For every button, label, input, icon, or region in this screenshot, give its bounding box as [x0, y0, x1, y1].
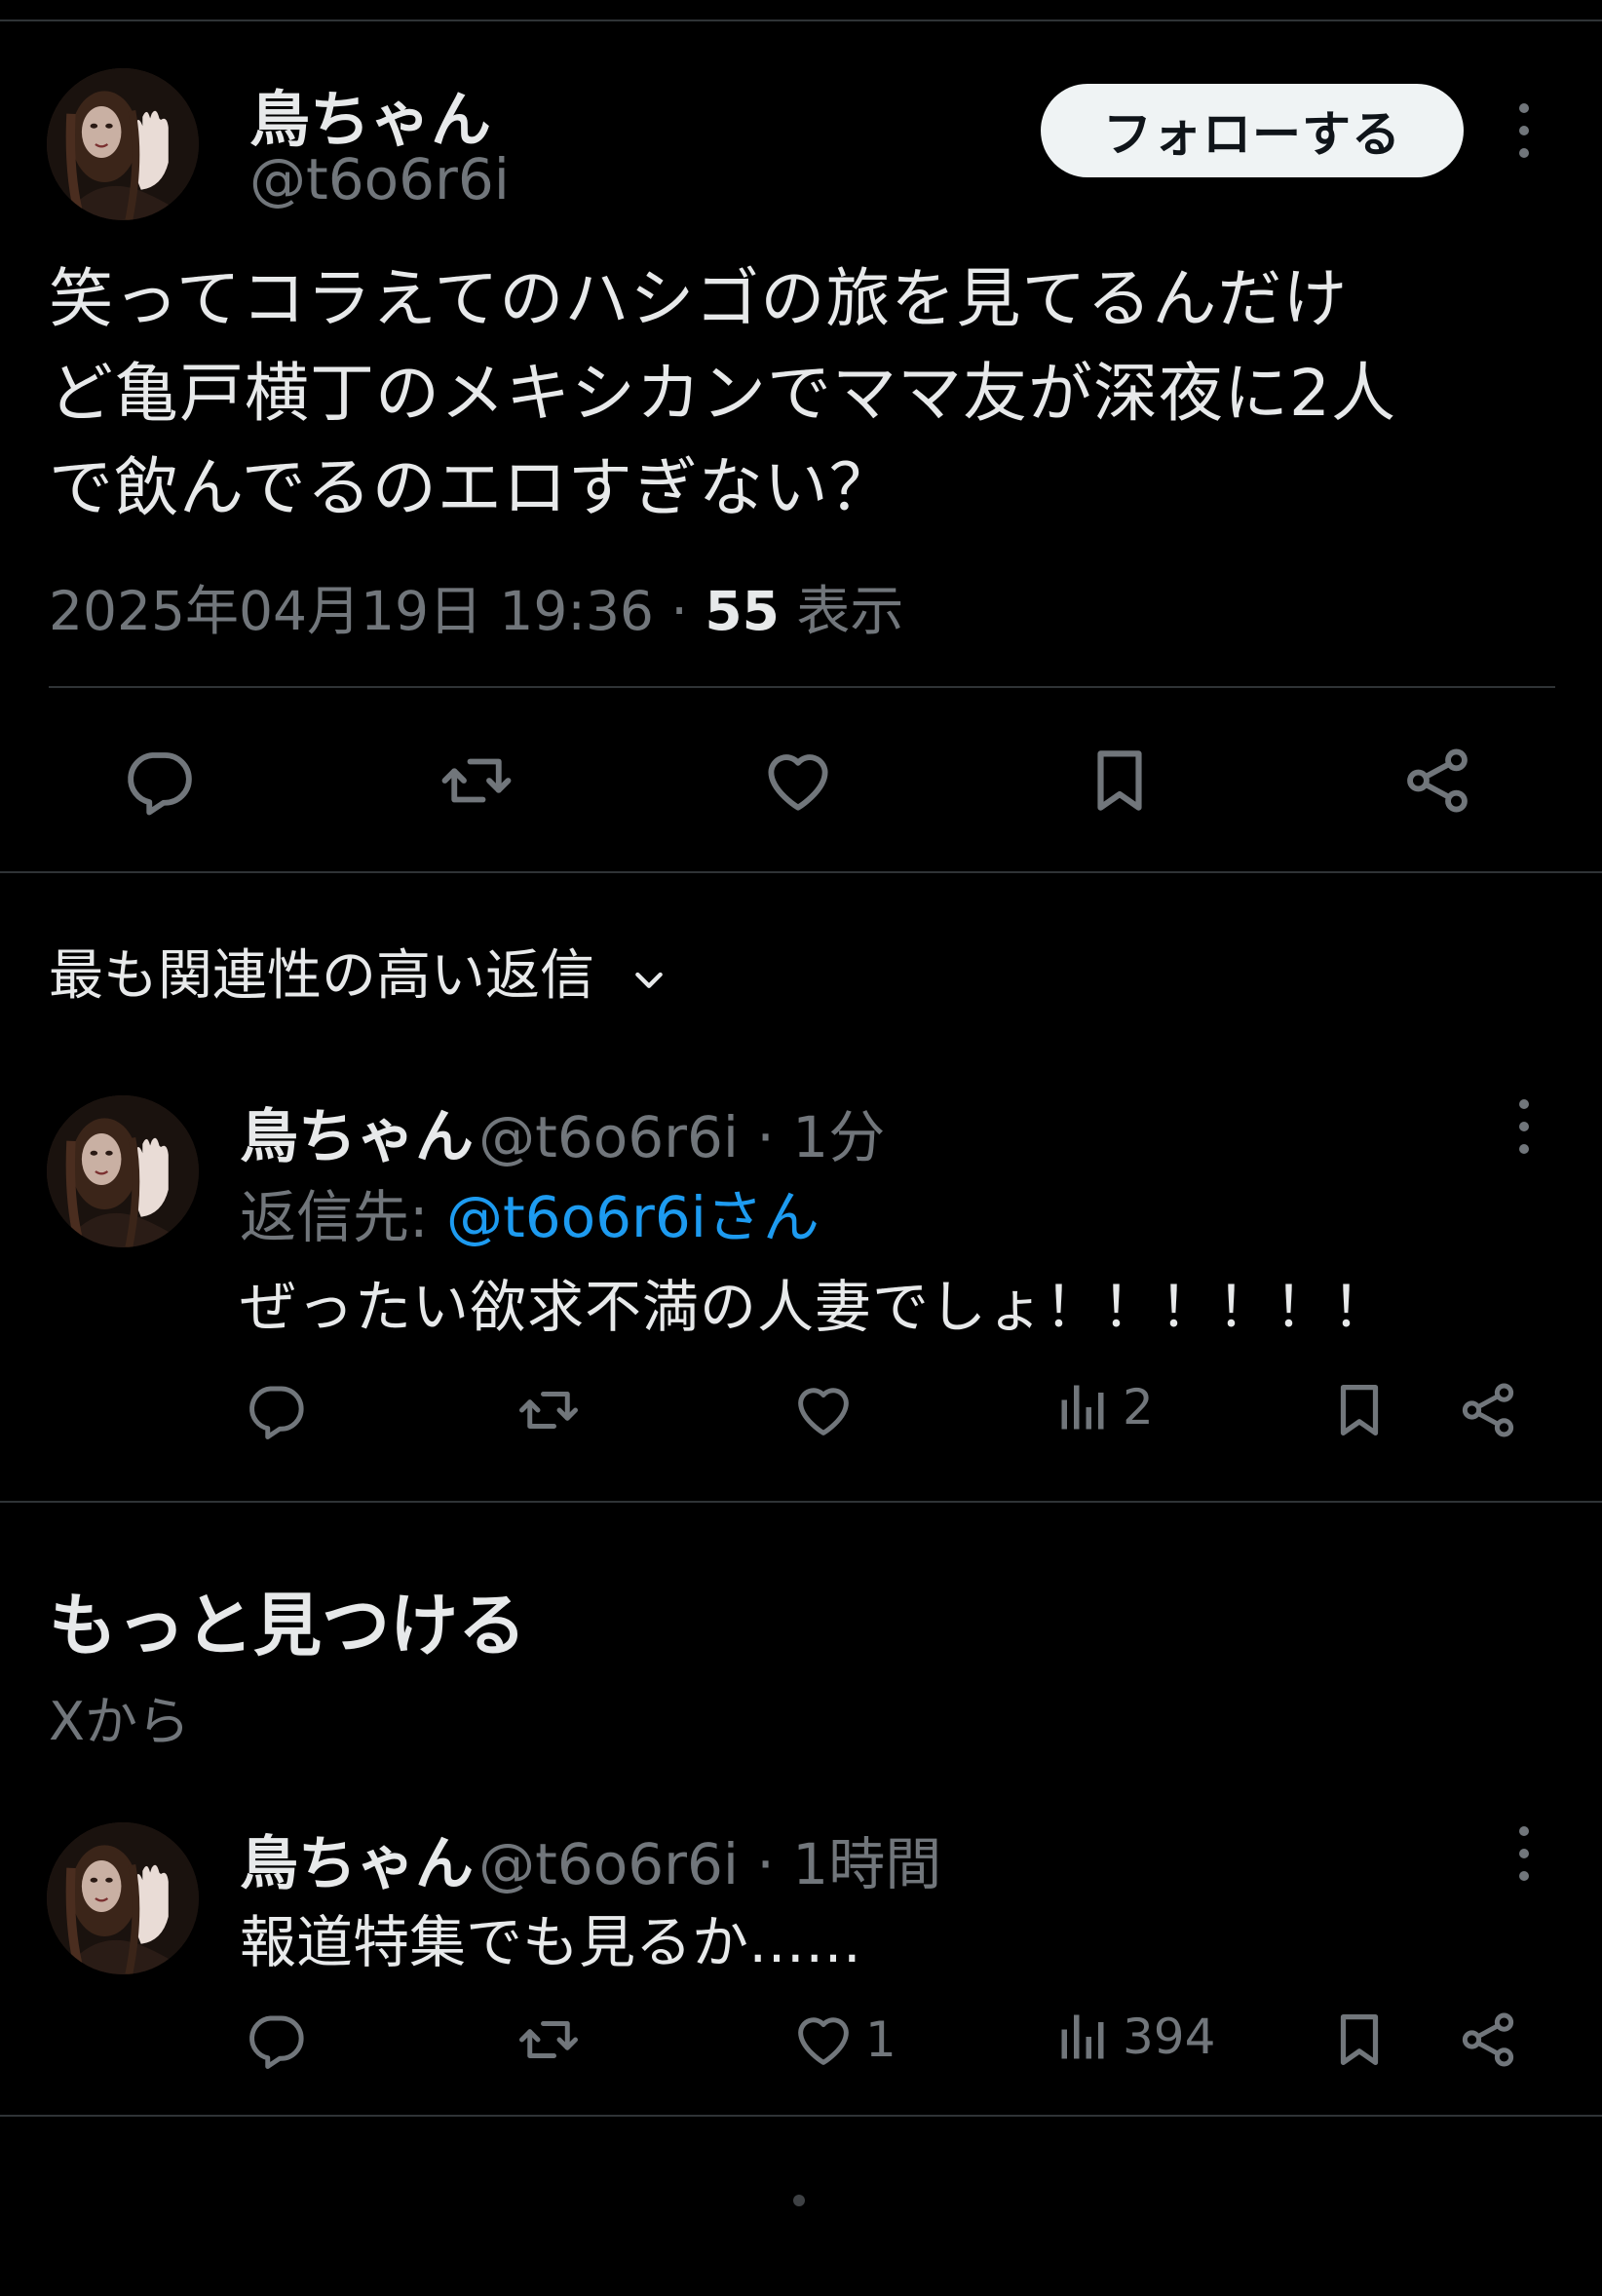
meta-separator: · — [738, 1104, 793, 1170]
action-divider — [49, 686, 1555, 688]
author-handle[interactable]: @t6o6r6i — [249, 146, 510, 212]
reply-text: ぜったい欲求不満の人妻でしょ！！！！！！ — [240, 1274, 1391, 1340]
author-name[interactable]: 鳥ちゃん — [249, 70, 491, 158]
repost-icon[interactable] — [516, 1378, 581, 1442]
tweet-text-line: で飲んでるのエロすぎない？ — [49, 450, 895, 525]
tweet-text-line: 笑ってコラえてのハシゴの旅を見てるんだけ — [49, 261, 1349, 336]
views-count[interactable]: 55 — [705, 580, 780, 642]
discover-subtitle: Xから — [49, 1691, 190, 1752]
likes-count: 1 — [865, 2011, 896, 2068]
reply-author-name[interactable]: 鳥ちゃん — [240, 1103, 474, 1171]
reply-header: 鳥ちゃん @t6o6r6i · 1分 — [240, 1090, 885, 1174]
discover-author-name[interactable]: 鳥ちゃん — [240, 1830, 474, 1898]
section-divider — [0, 1501, 1602, 1503]
top-divider — [0, 19, 1602, 21]
views-icon — [1054, 2008, 1113, 2066]
more-icon[interactable] — [1514, 103, 1534, 158]
section-divider — [0, 2115, 1602, 2117]
tweet-text: 笑ってコラえてのハシゴの旅を見てるんだけ ど亀戸横丁のメキシカンでママ友が深夜に… — [49, 251, 1569, 535]
reply-time[interactable]: 1分 — [792, 1104, 885, 1170]
meta-separator: · — [738, 1831, 793, 1897]
discover-author-handle[interactable]: @t6o6r6i — [478, 1831, 739, 1897]
tweet-meta: 2025年04月19日 19:36 · 55 表示 — [49, 567, 903, 645]
views-button[interactable]: 2 — [1054, 1378, 1154, 1436]
discover-title: もっと見つける — [49, 1586, 526, 1665]
repost-icon[interactable] — [516, 2008, 581, 2072]
repost-icon-glyph — [439, 743, 515, 819]
repost-icon-glyph — [516, 1378, 581, 1442]
reply-icon-glyph — [244, 1378, 308, 1442]
tweet-timestamp[interactable]: 2025年04月19日 19:36 — [49, 580, 654, 642]
heart-icon[interactable] — [760, 743, 836, 819]
share-icon-glyph — [1456, 1378, 1520, 1442]
meta-separator: · — [653, 580, 706, 642]
replies-sort-dropdown[interactable]: 最も関連性の高い返信 — [49, 932, 668, 1011]
reply-avatar[interactable] — [47, 1095, 199, 1247]
replying-to-link[interactable]: @t6o6r6iさん — [446, 1184, 820, 1250]
bookmark-icon[interactable] — [1327, 1378, 1392, 1442]
heart-icon-glyph — [760, 743, 836, 819]
avatar[interactable] — [47, 68, 199, 220]
views-label: 表示 — [779, 580, 904, 642]
share-icon[interactable] — [1456, 2008, 1520, 2072]
heart-icon-glyph — [791, 1378, 856, 1442]
tweet-text-line: ど亀戸横丁のメキシカンでママ友が深夜に2人 — [49, 356, 1396, 431]
reply-icon-glyph — [121, 743, 197, 819]
replies-sort-label: 最も関連性の高い返信 — [49, 944, 594, 1008]
discover-avatar[interactable] — [47, 1822, 199, 1974]
bookmark-icon[interactable] — [1327, 2008, 1392, 2072]
views-count: 394 — [1123, 2009, 1216, 2065]
reply-icon[interactable] — [121, 743, 197, 819]
reply-author-handle[interactable]: @t6o6r6i — [478, 1104, 739, 1170]
discover-tweet-text: 報道特集でも見るか…… — [240, 1909, 862, 1975]
share-icon-glyph — [1399, 743, 1475, 819]
avatar-image — [47, 1822, 199, 1974]
discover-tweet-header: 鳥ちゃん @t6o6r6i · 1時間 — [240, 1817, 941, 1901]
bookmark-icon-glyph — [1327, 2008, 1392, 2072]
follow-button[interactable]: フォローする — [1041, 84, 1464, 177]
views-button[interactable]: 394 — [1054, 2008, 1215, 2066]
loading-indicator — [793, 2195, 805, 2206]
replying-to: 返信先: @t6o6r6iさん — [240, 1171, 820, 1253]
replying-to-prefix: 返信先: — [240, 1184, 446, 1250]
more-icon[interactable] — [1514, 1099, 1534, 1154]
discover-time[interactable]: 1時間 — [792, 1831, 941, 1897]
repost-icon[interactable] — [439, 743, 515, 819]
chevron-down-icon — [634, 972, 663, 988]
avatar-image — [47, 68, 199, 220]
more-icon[interactable] — [1514, 1826, 1534, 1881]
reply-icon[interactable] — [244, 2008, 308, 2072]
repost-icon-glyph — [516, 2008, 581, 2072]
heart-icon[interactable] — [791, 1378, 856, 1442]
section-divider — [0, 871, 1602, 873]
bookmark-icon[interactable] — [1082, 743, 1158, 819]
share-icon[interactable] — [1456, 1378, 1520, 1442]
share-icon[interactable] — [1399, 743, 1475, 819]
reply-icon[interactable] — [244, 1378, 308, 1442]
views-count: 2 — [1123, 1379, 1154, 1435]
bookmark-icon-glyph — [1082, 743, 1158, 819]
bookmark-icon-glyph — [1327, 1378, 1392, 1442]
avatar-image — [47, 1095, 199, 1247]
reply-icon-glyph — [244, 2008, 308, 2072]
heart-icon — [791, 2008, 856, 2072]
share-icon-glyph — [1456, 2008, 1520, 2072]
views-icon — [1054, 1378, 1113, 1436]
like-button[interactable]: 1 — [791, 2008, 896, 2072]
